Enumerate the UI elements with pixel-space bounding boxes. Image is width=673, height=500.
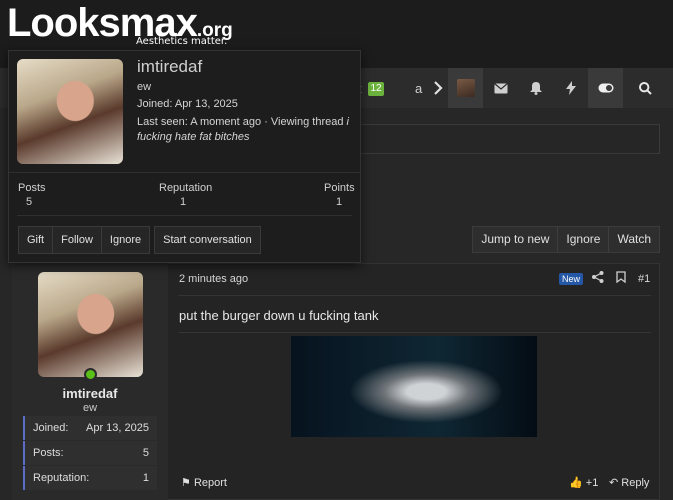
stat-label: Reputation: xyxy=(33,472,90,484)
thread-toolbar: Jump to new Ignore Watch xyxy=(472,226,660,253)
nav-unread-badge: 12 xyxy=(368,82,384,96)
bookmark-icon[interactable] xyxy=(616,271,626,286)
chevron-right-icon[interactable] xyxy=(428,68,448,108)
post-stat-joined: Joined: Apr 13, 2025 xyxy=(23,416,157,440)
reply-button[interactable]: ↶ Reply xyxy=(609,476,649,489)
popup-user-title: ew xyxy=(137,81,152,93)
start-conversation-button[interactable]: Start conversation xyxy=(154,226,261,254)
stat-value: 1 xyxy=(142,472,149,484)
like-count: +1 xyxy=(585,477,599,489)
post-embedded-image[interactable] xyxy=(291,336,537,437)
account-avatar xyxy=(456,79,475,97)
bell-icon: ⚑ xyxy=(181,477,191,489)
popup-stat-label: Points xyxy=(324,182,355,194)
envelope-icon[interactable] xyxy=(483,68,518,108)
popup-divider xyxy=(9,172,361,173)
popup-avatar[interactable] xyxy=(17,59,123,164)
theme-toggle-icon[interactable] xyxy=(588,68,623,108)
post-divider xyxy=(179,295,651,296)
share-icon[interactable] xyxy=(592,271,604,286)
gift-button[interactable]: Gift xyxy=(18,226,54,254)
nav-item-fragment-2[interactable]: a xyxy=(415,81,422,96)
post-user-title: ew xyxy=(82,402,98,414)
site-tagline: Aesthetics matter. xyxy=(136,36,228,47)
post-number[interactable]: #1 xyxy=(638,273,650,285)
bell-icon[interactable] xyxy=(518,68,553,108)
popup-stat-value: 1 xyxy=(336,196,343,208)
stat-label: Joined: xyxy=(33,422,69,434)
online-status-dot xyxy=(84,368,97,381)
popup-stat-value: 1 xyxy=(180,196,187,208)
post-avatar[interactable] xyxy=(38,272,143,377)
popup-button-group: Gift Follow Ignore Start conversation xyxy=(18,226,261,254)
post-stat-reputation: Reputation: 1 xyxy=(23,466,157,490)
popup-stat-label: Reputation xyxy=(159,182,213,194)
search-icon[interactable] xyxy=(628,68,663,108)
report-button[interactable]: ⚑ Report xyxy=(181,476,227,489)
reply-icon: ↶ xyxy=(609,477,619,489)
post-date[interactable]: 2 minutes ago xyxy=(179,273,248,285)
last-seen-prefix: Last seen: A moment ago · Viewing thread xyxy=(137,116,347,128)
post-stat-posts: Posts: 5 xyxy=(23,441,157,465)
thumbs-up-icon: 👍 xyxy=(569,477,583,489)
popup-username[interactable]: imtiredaf xyxy=(137,57,202,77)
popup-divider xyxy=(17,215,352,216)
thread-title-box xyxy=(360,124,660,154)
popup-stat-value: 5 xyxy=(26,196,33,208)
like-button[interactable]: 👍 +1 xyxy=(569,476,598,489)
account-avatar-button[interactable] xyxy=(448,68,483,108)
popup-last-seen: Last seen: A moment ago · Viewing thread… xyxy=(137,115,352,145)
post-divider xyxy=(179,332,651,333)
follow-button[interactable]: Follow xyxy=(52,226,102,254)
watch-thread-button[interactable]: Watch xyxy=(608,227,659,252)
ignore-member-button[interactable]: Ignore xyxy=(100,226,151,254)
bolt-icon[interactable] xyxy=(553,68,588,108)
ignore-thread-button[interactable]: Ignore xyxy=(557,227,608,252)
jump-to-new-button[interactable]: Jump to new xyxy=(473,227,557,252)
popup-stat-label: Posts xyxy=(18,182,46,194)
report-label: Report xyxy=(193,477,227,489)
stat-value: 5 xyxy=(142,447,149,459)
reply-label: Reply xyxy=(621,477,650,489)
post-username[interactable]: imtiredaf xyxy=(12,386,168,401)
new-badge: New xyxy=(559,273,584,285)
stat-label: Posts: xyxy=(33,447,64,459)
stat-value: Apr 13, 2025 xyxy=(86,422,149,434)
popup-joined: Joined: Apr 13, 2025 xyxy=(137,98,238,110)
post-body-text: put the burger down u fucking tank xyxy=(179,308,379,323)
